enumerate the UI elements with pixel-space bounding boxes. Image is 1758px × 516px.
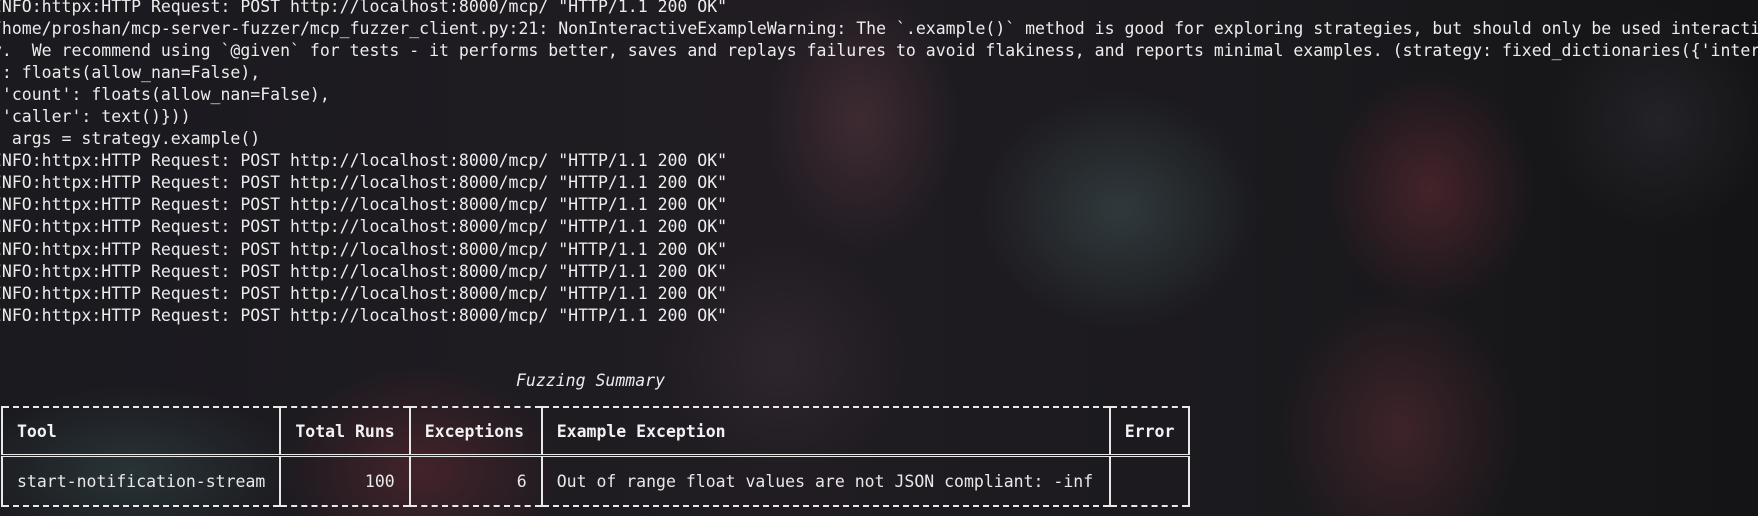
fuzzing-summary-table: Tool Total Runs Exceptions Example Excep… [0,406,1191,507]
warning-line: /home/proshan/mcp-server-fuzzer/mcp_fuzz… [0,19,1758,38]
warning-line: 'caller': text()})) [0,107,191,126]
cell-example-exception: Out of range float values are not JSON c… [540,455,1111,506]
cell-exceptions: 6 [408,455,543,506]
summary-title: Fuzzing Summary [516,371,666,390]
cell-error [1108,455,1191,506]
log-line: INFO:httpx:HTTP Request: POST http://loc… [0,284,728,303]
log-line: INFO:httpx:HTTP Request: POST http://loc… [0,173,728,192]
log-line: INFO:httpx:HTTP Request: POST http://loc… [0,217,728,236]
warning-line: args = strategy.example() [0,129,261,148]
log-line: INFO:httpx:HTTP Request: POST http://loc… [0,151,728,170]
warning-line: y. We recommend using `@given` for tests… [0,41,1758,60]
table-header-row: Tool Total Runs Exceptions Example Excep… [0,407,1191,456]
log-line: INFO:httpx:HTTP Request: POST http://loc… [0,0,728,16]
cell-tool: start-notification-stream [0,455,282,506]
table-row: start-notification-stream 100 6 Out of r… [0,455,1191,506]
column-header-exceptions: Exceptions [408,407,543,456]
column-header-tool: Tool [0,407,282,456]
log-line: INFO:httpx:HTTP Request: POST http://loc… [0,262,728,281]
column-header-example-exception: Example Exception [540,407,1111,456]
log-line: INFO:httpx:HTTP Request: POST http://loc… [0,240,728,259]
warning-line: 'count': floats(allow_nan=False), [0,85,330,104]
log-line: INFO:httpx:HTTP Request: POST http://loc… [0,195,728,214]
warning-line: ': floats(allow_nan=False), [0,63,261,82]
log-line: INFO:httpx:HTTP Request: POST http://loc… [0,306,728,325]
cell-total-runs: 100 [279,455,411,506]
terminal-output[interactable]: INFO:httpx:HTTP Request: POST http://loc… [0,0,1758,516]
column-header-error: Error [1108,407,1191,456]
column-header-total-runs: Total Runs [279,407,411,456]
